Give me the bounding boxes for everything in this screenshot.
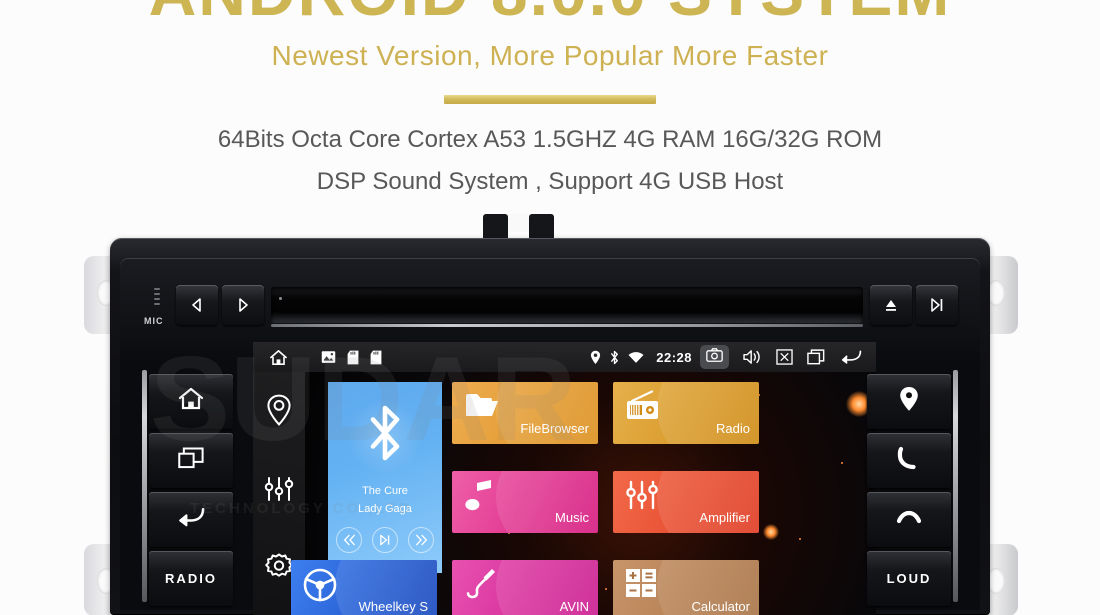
tile-label: Radio [716,421,750,436]
spec-line-2: DSP Sound System , Support 4G USB Host [316,168,784,195]
eject-icon [883,297,899,313]
camera-icon [706,347,723,367]
home-icon[interactable] [269,348,288,367]
location-pin-filled-icon [899,386,919,417]
play-pause-button[interactable] [916,285,958,325]
key-label: LOUD [886,571,932,586]
sdcard-icon [370,350,382,365]
spec-line-1: 64Bits Octa Core Cortex A53 1.5GHZ 4G RA… [217,126,883,153]
status-clock: 22:28 [656,349,692,365]
mic-label: MIC [144,316,164,326]
tile-avin[interactable]: AVIN [452,560,598,615]
key-label: RADIO [165,571,217,586]
bt-track-artist: Lady Gaga [358,503,412,515]
location-pin-icon[interactable] [266,394,292,431]
tile-label: Amplifier [699,510,750,525]
gear-icon[interactable] [264,552,294,587]
aux-plug-icon [464,568,498,605]
key-call-end[interactable] [867,492,951,547]
bluetooth-icon [609,350,620,365]
bluetooth-music-widget[interactable]: The Cure Lady Gaga [328,382,442,573]
tile-music[interactable]: Music [452,471,598,533]
tile-label: Wheelkey S [358,599,428,614]
bt-transport-controls [336,527,434,553]
previous-track-icon [189,297,205,313]
tile-label: FileBrowser [520,421,589,436]
equalizer-icon[interactable] [264,475,294,508]
recents-icon[interactable] [807,349,826,365]
wifi-icon [628,351,644,364]
key-radio[interactable]: RADIO [149,551,233,606]
sdcard-icon [347,350,359,365]
recent-apps-icon [177,447,205,474]
gold-divider [444,95,656,104]
volume-icon[interactable] [743,349,762,365]
tile-filebrowser[interactable]: FileBrowser [452,382,598,444]
tile-label: Music [555,510,589,525]
play-pause-icon [929,297,945,313]
key-back[interactable] [149,492,233,547]
folder-icon [464,390,500,425]
bt-next-button[interactable] [408,527,434,553]
status-right-icons [700,345,876,369]
hero-banner: ANDROID 8.0.0 SYSTEM Newest Version, Mor… [0,0,1100,212]
bt-widget-card: The Cure Lady Gaga [328,382,442,573]
key-call-answer[interactable] [867,433,951,488]
bluetooth-icon [362,404,408,467]
left-hardware-keys: RADIO [142,370,233,610]
product-listing-page: ANDROID 8.0.0 SYSTEM Newest Version, Mor… [0,0,1100,615]
key-rail [142,370,147,602]
phone-hangup-icon [895,508,923,531]
tile-amplifier[interactable]: Amplifier [613,471,759,533]
bt-play-pause-button[interactable] [372,527,398,553]
music-note-icon [464,479,496,518]
page-title: ANDROID 8.0.0 SYSTEM [0,0,1100,30]
location-icon [590,350,601,365]
android-status-bar: 22:28 [253,342,876,372]
tile-calculator[interactable]: Calculator [613,560,759,615]
car-head-unit: MIC 22:28 The Cure Lady Gaga FileBrowser… [84,214,1018,615]
equalizer-icon [625,479,659,516]
hero-subtitle: Newest Version, More Popular More Faster [271,40,829,71]
bt-previous-button[interactable] [336,527,362,553]
device-bezel: MIC 22:28 The Cure Lady Gaga FileBrowser… [110,238,990,615]
cd-slot[interactable] [271,287,863,327]
camera-button[interactable] [700,345,729,369]
mic-grille-left [154,288,160,308]
radio-icon [625,390,661,427]
next-track-button[interactable] [222,285,264,325]
key-loud[interactable]: LOUD [867,551,951,606]
tile-label: AVIN [559,599,589,614]
phone-answer-icon [895,446,923,475]
key-navigation[interactable] [867,374,951,429]
steering-wheel-icon [303,568,337,607]
mount-tab-right [529,214,554,240]
key-home[interactable] [149,374,233,429]
disc-transport-row [176,285,976,329]
status-indicators: 22:28 [590,350,700,365]
back-icon[interactable] [840,349,862,365]
right-hardware-keys: LOUD [867,370,958,610]
eject-button[interactable] [870,285,912,325]
gallery-icon [321,350,336,364]
tile-radio[interactable]: Radio [613,382,759,444]
calculator-icon [625,568,659,605]
mount-tab-gap [508,214,529,232]
bt-track-title: The Cure [362,485,408,497]
touchscreen[interactable]: 22:28 The Cure Lady Gaga FileBrowser Rad… [253,342,876,615]
tile-wheelkey[interactable]: Wheelkey S [291,560,437,615]
prev-track-button[interactable] [176,285,218,325]
back-arrow-icon [177,506,205,533]
mount-tab-left [483,214,508,240]
close-x-icon[interactable] [776,349,793,365]
key-rail [953,370,958,602]
status-left-icons [253,348,382,367]
key-recents[interactable] [149,433,233,488]
home-icon [178,387,204,416]
tile-label: Calculator [691,599,750,614]
next-track-icon [235,297,251,313]
cd-slot-pinhole [279,297,282,300]
